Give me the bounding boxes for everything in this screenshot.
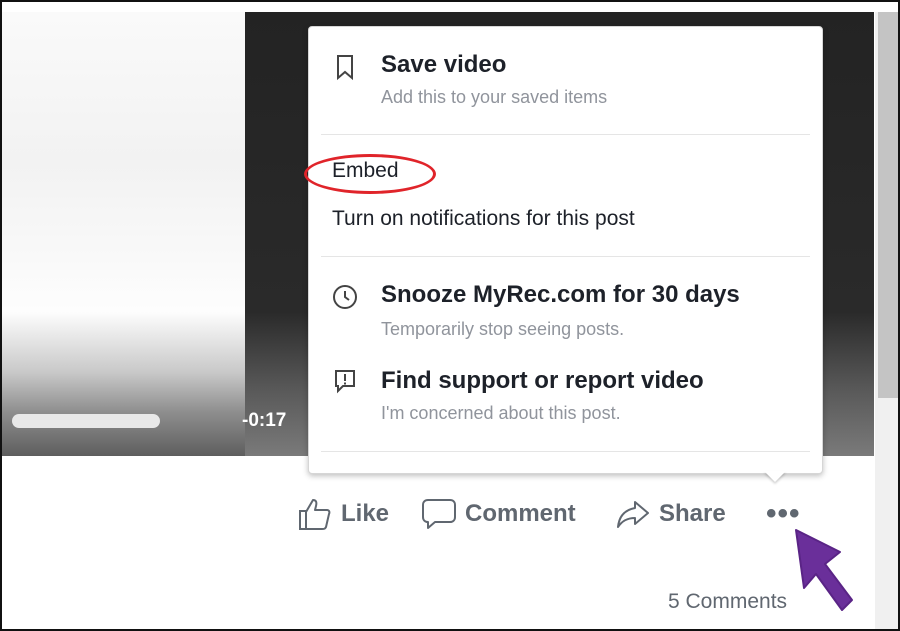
page-scrollbar-thumb[interactable] — [878, 12, 898, 398]
cursor-arrow-icon — [795, 529, 853, 611]
video-progress-bar[interactable] — [12, 414, 160, 428]
speech-bubble-icon — [422, 499, 456, 529]
share-arrow-icon — [617, 501, 649, 528]
snooze-title: Snooze MyRec.com for 30 days — [381, 281, 740, 308]
report-title: Find support or report video — [381, 367, 704, 394]
save-video-subtitle: Add this to your saved items — [381, 87, 608, 107]
share-label: Share — [659, 500, 726, 527]
menu-item-snooze[interactable]: Snooze MyRec.com for 30 days Temporarily… — [309, 271, 822, 345]
post-actions-bar: Like Comment Share ••• — [297, 496, 817, 532]
thumbs-up-icon — [299, 499, 331, 530]
post-options-menu: Save video Add this to your saved items … — [308, 26, 823, 474]
menu-divider — [321, 134, 810, 135]
video-frame-left — [2, 12, 245, 456]
snooze-subtitle: Temporarily stop seeing posts. — [381, 319, 625, 339]
menu-divider — [321, 256, 810, 257]
comment-button[interactable]: Comment — [421, 496, 576, 532]
share-button[interactable]: Share — [615, 496, 726, 532]
notifications-label: Turn on notifications for this post — [332, 207, 635, 230]
video-time-remaining: -0:17 — [242, 410, 287, 431]
report-subtitle: I'm concerned about this post. — [381, 403, 621, 423]
menu-divider — [321, 451, 810, 452]
menu-item-notifications[interactable]: Turn on notifications for this post — [309, 199, 822, 239]
bookmark-icon — [337, 55, 353, 81]
like-button[interactable]: Like — [297, 496, 389, 532]
menu-pointer-arrow — [764, 471, 786, 482]
report-flag-icon — [335, 370, 355, 394]
embed-highlight-circle — [304, 154, 436, 194]
menu-item-report[interactable]: Find support or report video I'm concern… — [309, 357, 822, 437]
comment-label: Comment — [465, 500, 576, 527]
screenshot-frame: -0:17 Save video Add this to your saved … — [0, 0, 900, 631]
comments-count-link[interactable]: 5 Comments — [668, 590, 787, 614]
save-video-title: Save video — [381, 51, 507, 78]
like-label: Like — [341, 500, 390, 527]
menu-item-save-video[interactable]: Save video Add this to your saved items — [309, 41, 822, 131]
clock-icon — [333, 285, 357, 309]
